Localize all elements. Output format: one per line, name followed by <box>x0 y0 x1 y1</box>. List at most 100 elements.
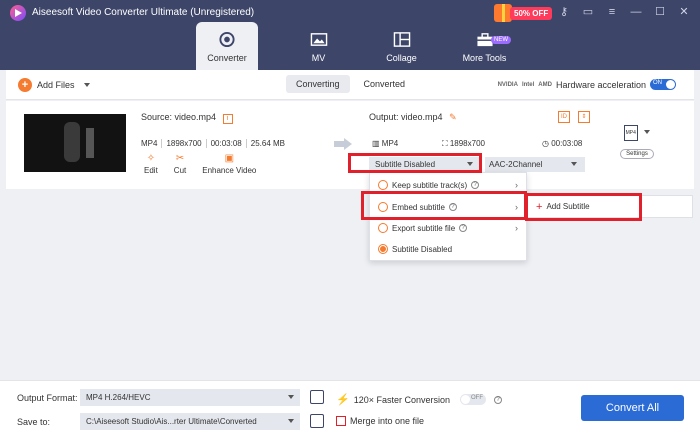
tab-more-tools[interactable]: NEW More Tools <box>443 22 526 70</box>
hardware-acceleration: NVIDIA Intel AMD Hardware acceleration O… <box>498 79 676 90</box>
output-duration-text: 00:03:08 <box>551 139 583 148</box>
edit-label: Edit <box>144 166 158 175</box>
source-duration: 00:03:08 <box>205 139 246 148</box>
scissors-icon: ✂ <box>175 153 185 164</box>
highlight-box <box>525 193 642 221</box>
new-badge: NEW <box>491 36 511 44</box>
collage-icon <box>393 32 410 47</box>
highlight-box <box>348 153 482 173</box>
menu-item-subtitle-disabled[interactable]: Subtitle Disabled <box>370 239 528 259</box>
radio-icon <box>378 180 388 190</box>
tab-collage-label: Collage <box>386 53 417 63</box>
highlight-box <box>361 191 527 220</box>
output-resolution-text: 1898x700 <box>449 139 485 148</box>
chevron-down-icon <box>288 395 294 399</box>
status-tabs: Converting Converted <box>286 75 415 93</box>
convert-all-button[interactable]: Convert All <box>581 395 684 421</box>
source-filename: Source: video.mp4 i <box>141 112 233 124</box>
chevron-down-icon[interactable] <box>83 83 90 87</box>
tab-mv-label: MV <box>311 53 326 63</box>
output-duration: ◷ 00:03:08 <box>542 139 583 148</box>
output-resolution: ⛶ 1898x700 <box>442 139 485 148</box>
toolbar: + Add Files Converting Converted NVIDIA … <box>6 70 694 100</box>
enhance-button[interactable]: ▣ Enhance Video <box>202 153 256 175</box>
source-label: Source: video.mp4 <box>141 112 217 122</box>
toggle-label: OFF <box>471 395 484 401</box>
output-format-text: MP4 <box>381 139 399 148</box>
chat-icon[interactable]: ▭ <box>580 4 596 20</box>
nvidia-logo: NVIDIA <box>497 81 518 88</box>
main-nav: Converter MV Collage NEW More Tools <box>196 22 526 70</box>
merge-option[interactable]: Merge into one file <box>336 416 424 426</box>
source-format: MP4 <box>141 139 158 148</box>
plus-icon: + <box>18 78 32 92</box>
output-label: Output: video.mp4 <box>369 112 443 122</box>
chevron-down-icon <box>288 419 294 423</box>
tab-converter[interactable]: Converter <box>196 22 258 70</box>
output-format: ▥ MP4 <box>372 139 399 148</box>
format-settings-icon[interactable] <box>310 390 324 404</box>
edit-button[interactable]: ✧ Edit <box>144 153 158 175</box>
audio-select[interactable]: AAC-2Channel <box>485 157 585 172</box>
audio-value: AAC-2Channel <box>489 160 543 169</box>
save-to-select[interactable]: C:\Aiseesoft Studio\Ais...rter Ultimate\… <box>80 413 300 430</box>
format-icon[interactable]: MP4 <box>623 125 638 141</box>
cut-label: Cut <box>173 166 187 175</box>
hw-accel-label: Hardware acceleration <box>555 79 646 90</box>
radio-selected-icon <box>378 244 388 254</box>
help-icon[interactable]: ? <box>471 181 480 189</box>
help-icon[interactable]: ? <box>459 224 468 232</box>
key-icon[interactable]: ⚷ <box>556 4 572 20</box>
compress-icon[interactable]: ⇕ <box>578 111 590 123</box>
mv-icon <box>310 33 327 46</box>
maximize-icon[interactable]: ☐ <box>652 4 668 20</box>
enhance-icon: ▣ <box>224 153 235 164</box>
tab-converting[interactable]: Converting <box>286 75 350 93</box>
output-icons: ID ⇕ <box>558 111 590 123</box>
info-box-icon[interactable]: ID <box>558 111 570 123</box>
promo-badge[interactable]: 50% OFF <box>494 4 554 22</box>
faster-toggle[interactable]: OFF <box>460 394 487 405</box>
intel-logo: Intel <box>521 81 535 88</box>
tab-collage[interactable]: Collage <box>360 22 443 70</box>
lightning-icon: ⚡ <box>336 394 350 406</box>
add-files-label: Add Files <box>37 80 75 90</box>
tab-mv[interactable]: MV <box>277 22 360 70</box>
bottom-bar: Output Format: MP4 H.264/HEVC ⚡ 120× Fas… <box>0 380 700 443</box>
minimize-icon[interactable]: — <box>628 4 644 20</box>
source-meta: MP4 1898x700 00:03:08 25.64 MB <box>141 139 289 148</box>
chevron-down-icon[interactable] <box>644 130 651 134</box>
info-icon[interactable]: i <box>222 114 233 124</box>
pencil-icon[interactable]: ✎ <box>449 112 457 122</box>
video-thumbnail[interactable] <box>24 114 126 172</box>
promo-label: 50% OFF <box>510 7 553 20</box>
tab-more-tools-label: More Tools <box>462 53 507 63</box>
settings-panel: MP4 Settings <box>620 125 654 159</box>
tab-converted[interactable]: Converted <box>354 75 416 93</box>
folder-icon[interactable] <box>310 414 324 428</box>
help-icon[interactable]: ? <box>494 395 503 404</box>
app-title: Aiseesoft Video Converter Ultimate (Unre… <box>32 7 255 18</box>
checkbox[interactable] <box>336 416 346 426</box>
settings-button[interactable]: Settings <box>620 149 654 159</box>
menu-item-export-subtitle[interactable]: Export subtitle file ? › <box>370 218 528 238</box>
arrow-right-icon <box>334 138 352 150</box>
chevron-right-icon: › <box>515 223 518 233</box>
menu-icon[interactable]: ≡ <box>604 4 620 20</box>
app-logo-icon <box>10 5 26 21</box>
output-format-select[interactable]: MP4 H.264/HEVC <box>80 389 300 406</box>
add-files-button[interactable]: + Add Files <box>18 78 90 92</box>
tab-converter-label: Converter <box>207 53 247 63</box>
close-icon[interactable]: ✕ <box>676 4 692 20</box>
window-controls: ⚷ ▭ ≡ — ☐ ✕ <box>556 4 692 20</box>
menu-item-label: Keep subtitle track(s) <box>392 180 468 190</box>
faster-label: 120× Faster Conversion <box>353 394 451 405</box>
hw-accel-toggle[interactable]: ON <box>650 79 676 90</box>
cut-button[interactable]: ✂ Cut <box>174 153 186 175</box>
faster-conversion: ⚡ 120× Faster Conversion OFF ? <box>336 393 503 406</box>
chevron-right-icon: › <box>515 180 518 190</box>
toggle-label: ON <box>653 80 662 86</box>
source-resolution: 1898x700 <box>161 139 205 148</box>
file-row: Source: video.mp4 i MP4 1898x700 00:03:0… <box>6 101 694 189</box>
edit-tools: ✧ Edit ✂ Cut ▣ Enhance Video <box>144 153 256 175</box>
